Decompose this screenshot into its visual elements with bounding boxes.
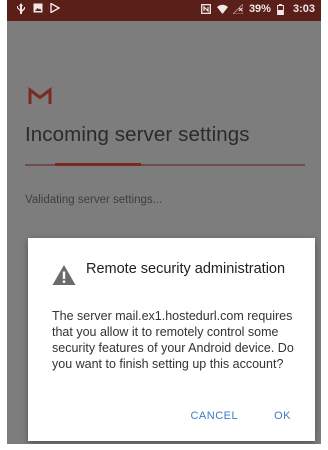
phone-screen: 39% 3:03 Incoming server settings Valida… (7, 0, 321, 444)
gmail-logo (27, 87, 53, 105)
image-notification-icon (33, 3, 43, 13)
wifi-icon (216, 4, 228, 14)
status-bar: 39% 3:03 (7, 0, 321, 21)
warning-icon (52, 264, 76, 286)
nfc-icon (200, 4, 211, 14)
clock: 3:03 (292, 3, 315, 15)
dialog-message: The server mail.ex1.hostedurl.com requir… (52, 309, 294, 371)
dialog-title: Remote security administration (86, 261, 286, 277)
no-signal-icon (232, 4, 243, 14)
dialog-actions: CANCEL OK (190, 410, 291, 422)
cancel-button[interactable]: CANCEL (190, 410, 238, 422)
usb-icon (16, 3, 26, 14)
battery-percent: 39% (248, 3, 271, 15)
page-title: Incoming server settings (25, 123, 250, 146)
status-left-icons (16, 3, 60, 14)
validation-status: Validating server settings... (25, 194, 163, 206)
status-right-icons: 39% 3:03 (200, 3, 315, 15)
battery-icon (277, 4, 287, 15)
progress-indicator (55, 163, 141, 166)
play-store-icon (50, 3, 60, 13)
ok-button[interactable]: OK (274, 410, 291, 422)
security-dialog: Remote security administration The serve… (28, 238, 315, 441)
